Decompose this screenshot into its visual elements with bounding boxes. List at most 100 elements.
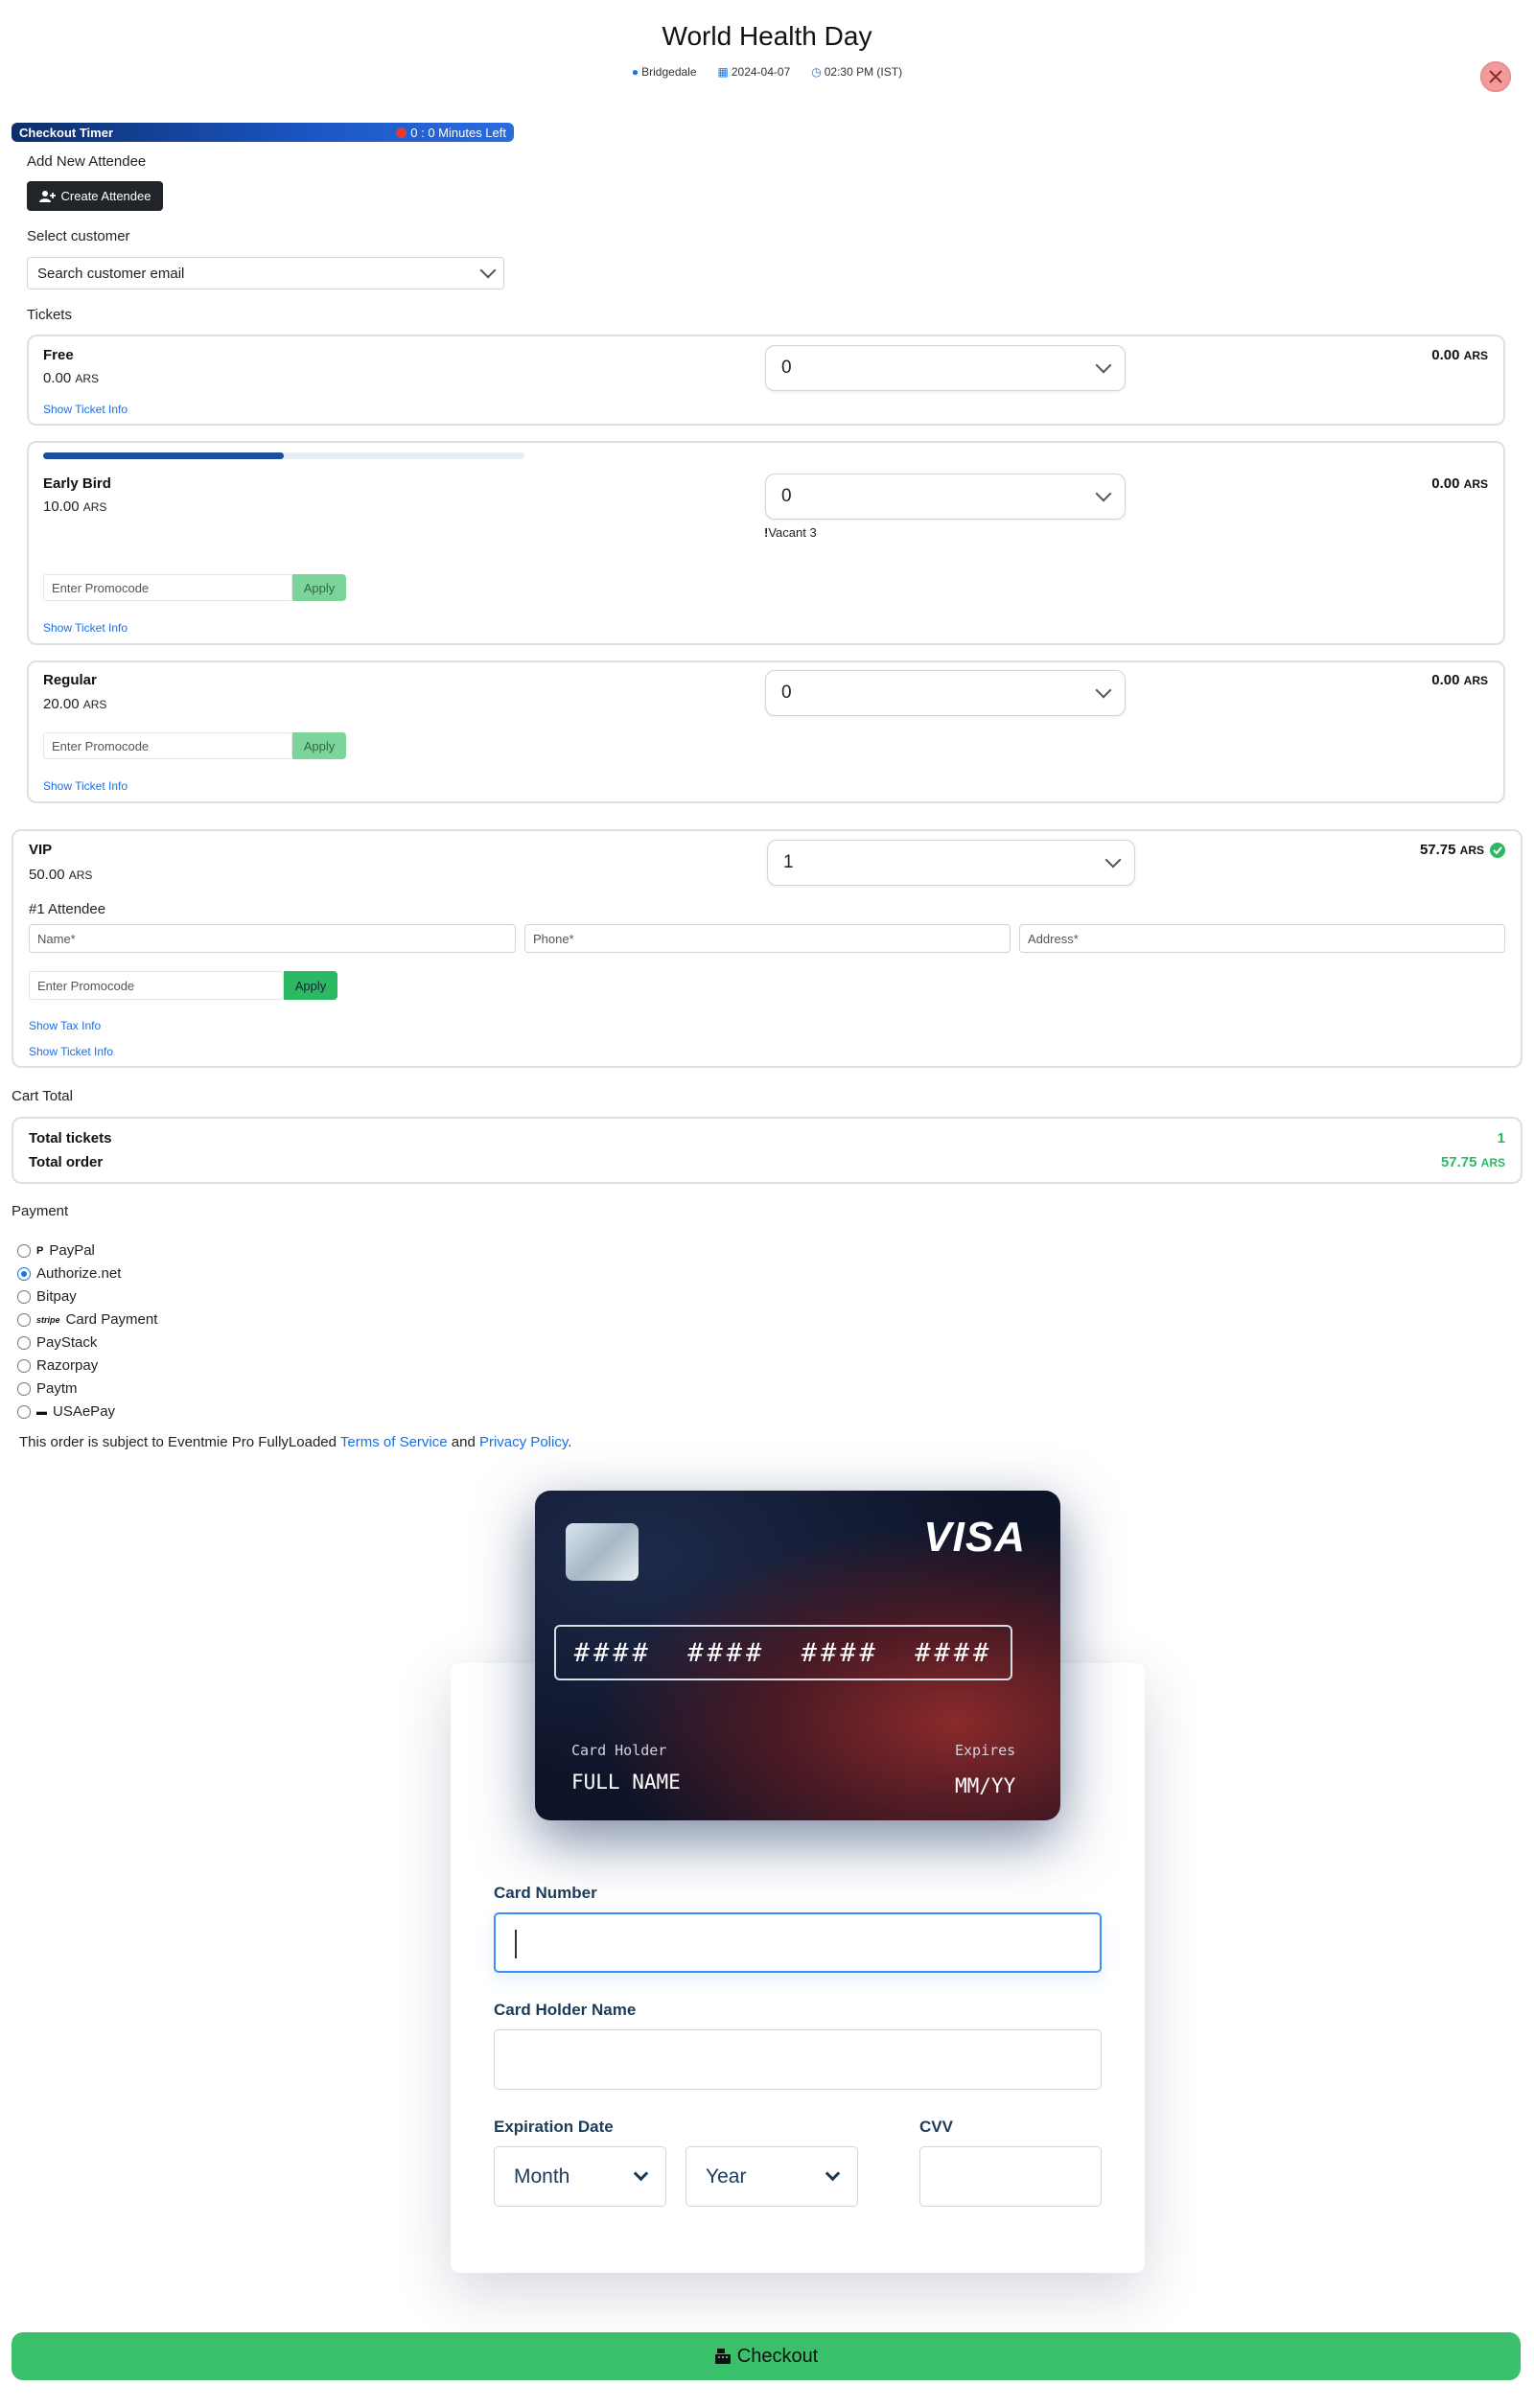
chevron-down-icon: [1095, 485, 1112, 502]
ticket-price: 20.00 ARS: [43, 696, 107, 712]
attendee-name-input[interactable]: Name*: [29, 924, 516, 953]
promocode-input[interactable]: Enter Promocode: [29, 971, 284, 1000]
availability-progress-bar: [43, 452, 524, 459]
chevron-down-icon: [1095, 682, 1112, 699]
vacant-count: !Vacant 3: [764, 525, 817, 540]
customer-email-select[interactable]: Search customer email: [27, 257, 504, 289]
attendee-phone-input[interactable]: Phone*: [524, 924, 1011, 953]
event-title: World Health Day: [662, 21, 872, 51]
chevron-down-icon: [633, 2165, 649, 2182]
show-tax-info-link[interactable]: Show Tax Info: [29, 1019, 101, 1032]
total-tickets-value: 1: [1497, 1130, 1505, 1146]
ticket-amount: 0.00 ARS: [1431, 672, 1488, 688]
radio-button[interactable]: [17, 1404, 31, 1419]
event-location: ● Bridgedale: [631, 65, 697, 79]
attendee-heading: #1 Attendee: [29, 901, 106, 917]
timer-alert-icon: [396, 127, 407, 138]
clock-icon: ◷: [811, 65, 822, 79]
cvv-input[interactable]: [919, 2146, 1102, 2207]
ticket-card-early-bird: [27, 441, 1505, 645]
text-cursor: [515, 1930, 517, 1958]
apply-promocode-button[interactable]: Apply: [292, 732, 346, 759]
radio-button[interactable]: [17, 1266, 31, 1281]
card-chip-icon: [566, 1523, 639, 1581]
apply-promocode-button[interactable]: Apply: [292, 574, 346, 601]
card-holder-name-input[interactable]: [494, 2029, 1102, 2090]
radio-button[interactable]: [17, 1243, 31, 1258]
ticket-amount: 57.75 ARS: [1323, 842, 1505, 858]
payment-option-razorpay[interactable]: Razorpay: [17, 1357, 98, 1374]
expiration-month-select[interactable]: Month: [494, 2146, 666, 2207]
show-ticket-info-link[interactable]: Show Ticket Info: [43, 403, 128, 416]
add-attendee-heading: Add New Attendee: [27, 153, 147, 170]
check-circle-icon: [1490, 842, 1505, 858]
privacy-policy-link[interactable]: Privacy Policy: [479, 1434, 568, 1450]
create-attendee-button[interactable]: Create Attendee: [27, 181, 163, 211]
terms-of-service-link[interactable]: Terms of Service: [340, 1434, 448, 1450]
card-number-input[interactable]: [494, 1912, 1102, 1973]
expiration-year-select[interactable]: Year: [686, 2146, 858, 2207]
radio-button[interactable]: [17, 1381, 31, 1396]
close-button[interactable]: [1480, 61, 1511, 92]
ticket-price: 50.00 ARS: [29, 867, 93, 883]
radio-button[interactable]: [17, 1335, 31, 1350]
total-tickets-label: Total tickets: [29, 1130, 112, 1146]
payment-option-paystack[interactable]: PayStack: [17, 1334, 97, 1351]
payment-option-usaepay[interactable]: ▬ USAePay: [17, 1403, 115, 1420]
ticket-quantity-select[interactable]: 0: [765, 345, 1126, 391]
attendee-address-input[interactable]: Address*: [1019, 924, 1505, 953]
card-holder-name-label: Card Holder Name: [494, 2001, 637, 2019]
payment-option-bitpay[interactable]: Bitpay: [17, 1288, 77, 1305]
show-ticket-info-link[interactable]: Show Ticket Info: [29, 1045, 113, 1058]
ticket-quantity-select[interactable]: 0: [765, 670, 1126, 716]
payment-option-paypal[interactable]: P PayPal: [17, 1242, 95, 1259]
promocode-input[interactable]: Enter Promocode: [43, 574, 292, 601]
stripe-icon: stripe: [36, 1314, 60, 1325]
chevron-down-icon: [479, 262, 497, 279]
ticket-quantity-select[interactable]: 1: [767, 840, 1135, 886]
radio-button[interactable]: [17, 1358, 31, 1373]
chevron-down-icon: [1095, 357, 1112, 374]
radio-button[interactable]: [17, 1289, 31, 1304]
show-ticket-info-link[interactable]: Show Ticket Info: [43, 621, 128, 635]
cash-register-icon: [714, 2349, 731, 2364]
visa-logo: VISA: [923, 1514, 1026, 1561]
apply-promocode-button[interactable]: Apply: [284, 971, 337, 1000]
ticket-name: Early Bird: [43, 475, 111, 492]
ticket-amount: 0.00 ARS: [1431, 347, 1488, 363]
promocode-input[interactable]: Enter Promocode: [43, 732, 292, 759]
card-expires-label: Expires: [955, 1742, 1016, 1759]
card-number-display[interactable]: #### #### #### ####: [554, 1625, 1012, 1680]
calendar-icon: ▦: [717, 65, 729, 79]
ticket-quantity-select[interactable]: 0: [765, 474, 1126, 520]
tickets-heading: Tickets: [27, 307, 72, 323]
show-ticket-info-link[interactable]: Show Ticket Info: [43, 779, 128, 793]
ticket-amount: 0.00 ARS: [1431, 475, 1488, 492]
ticket-price: 0.00 ARS: [43, 370, 100, 386]
timer-label: Checkout Timer: [19, 125, 114, 140]
cvv-label: CVV: [919, 2118, 953, 2136]
select-customer-heading: Select customer: [27, 228, 130, 244]
expiration-date-label: Expiration Date: [494, 2118, 614, 2136]
cart-total-heading: Cart Total: [12, 1088, 73, 1104]
card-expires-value: MM/YY: [955, 1774, 1016, 1797]
credit-card-icon: ▬: [36, 1405, 47, 1418]
payment-option-paytm[interactable]: Paytm: [17, 1380, 78, 1397]
checkout-button[interactable]: Checkout: [12, 2332, 1521, 2380]
total-order-value: 57.75 ARS: [1440, 1154, 1505, 1170]
credit-card-preview: VISA #### #### #### #### Card Holder FUL…: [535, 1491, 1060, 1820]
availability-progress-fill: [43, 452, 284, 459]
payment-option-authorize-net[interactable]: Authorize.net: [17, 1265, 121, 1282]
ticket-name: VIP: [29, 842, 53, 858]
checkout-timer: Checkout Timer 0 : 0 Minutes Left: [12, 123, 514, 142]
timer-remaining: 0 : 0 Minutes Left: [410, 125, 506, 140]
radio-button[interactable]: [17, 1312, 31, 1327]
ticket-name: Free: [43, 347, 74, 363]
paypal-icon: P: [36, 1244, 44, 1257]
payment-heading: Payment: [12, 1203, 69, 1219]
payment-option-card[interactable]: stripe Card Payment: [17, 1311, 157, 1328]
card-holder-label: Card Holder: [571, 1742, 667, 1759]
total-order-label: Total order: [29, 1154, 104, 1170]
event-time: ◷ 02:30 PM (IST): [811, 65, 903, 79]
map-pin-icon: ●: [631, 65, 639, 79]
